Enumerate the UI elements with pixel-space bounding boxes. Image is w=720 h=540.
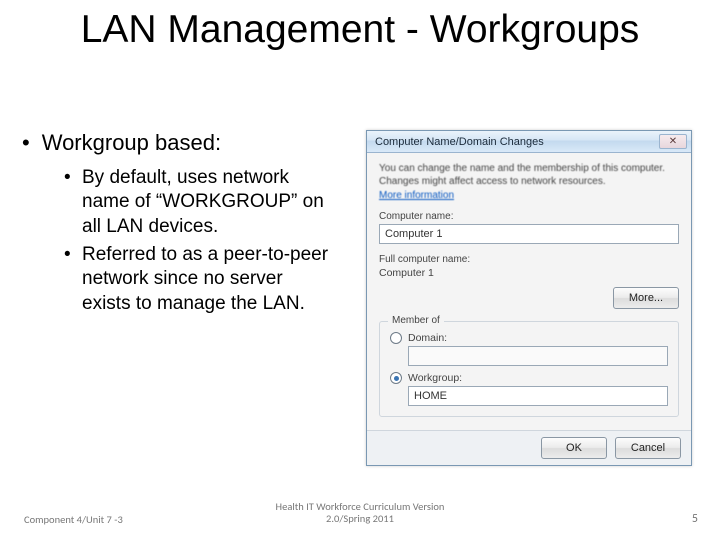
- full-computer-name-label: Full computer name:: [379, 254, 679, 265]
- ok-button[interactable]: OK: [541, 437, 607, 459]
- slide: LAN Management - Workgroups Workgroup ba…: [0, 0, 720, 540]
- dialog-footer: OK Cancel: [367, 430, 691, 465]
- close-icon: ✕: [669, 136, 677, 147]
- computer-name-label: Computer name:: [379, 211, 679, 222]
- bullet-text: By default, uses network name of “WORKGR…: [82, 166, 332, 239]
- workgroup-radio-row[interactable]: Workgroup:: [390, 372, 668, 384]
- dialog-body: You can change the name and the membersh…: [367, 153, 691, 425]
- dialog-titlebar: Computer Name/Domain Changes ✕: [367, 131, 691, 153]
- bullet-dot-icon: •: [64, 166, 82, 190]
- bullet-text: Referred to as a peer-to-peer network si…: [82, 243, 332, 316]
- radio-icon: [390, 372, 402, 384]
- member-of-group: Member of Domain: Workgroup:: [379, 321, 679, 417]
- computer-name-input[interactable]: [379, 224, 679, 244]
- workgroup-input[interactable]: [408, 386, 668, 406]
- cancel-button[interactable]: Cancel: [615, 437, 681, 459]
- dialog-title: Computer Name/Domain Changes: [375, 136, 544, 148]
- bullet-level2: •Referred to as a peer-to-peer network s…: [64, 243, 344, 316]
- radio-icon: [390, 332, 402, 344]
- workgroup-radio-label: Workgroup:: [408, 372, 462, 384]
- full-computer-name-value: Computer 1: [379, 267, 679, 279]
- close-button[interactable]: ✕: [659, 134, 687, 149]
- domain-radio-label: Domain:: [408, 332, 447, 344]
- dialog-computer-name-changes: Computer Name/Domain Changes ✕ You can c…: [366, 130, 692, 466]
- more-information-link[interactable]: More information: [379, 190, 454, 201]
- more-button[interactable]: More...: [613, 287, 679, 309]
- domain-radio-row[interactable]: Domain:: [390, 332, 668, 344]
- domain-input[interactable]: [408, 346, 668, 366]
- footer-center: Health IT Workforce Curriculum Version 2…: [0, 501, 720, 526]
- group-title: Member of: [388, 315, 444, 326]
- page-number: 5: [692, 512, 698, 526]
- bullet-level2: •By default, uses network name of “WORKG…: [64, 166, 344, 239]
- slide-title: LAN Management - Workgroups: [0, 0, 720, 53]
- dialog-description: You can change the name and the membersh…: [379, 163, 679, 188]
- bullet-dot-icon: •: [64, 243, 82, 267]
- footer-center-line2: 2.0/Spring 2011: [0, 513, 720, 526]
